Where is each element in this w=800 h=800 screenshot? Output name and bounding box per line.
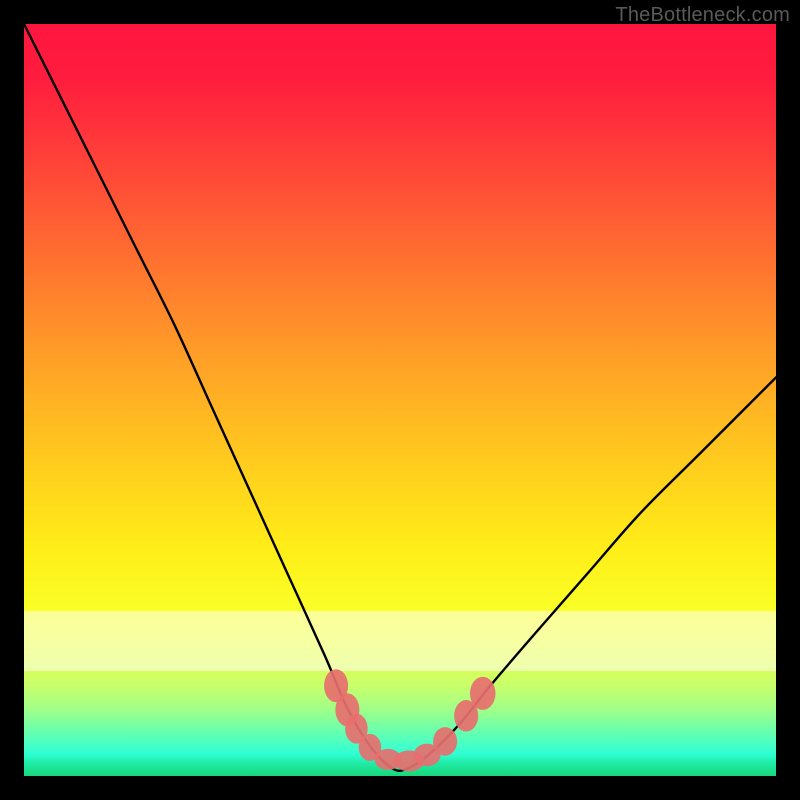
watermark-text: TheBottleneck.com (615, 4, 790, 27)
curve-overlay (24, 24, 776, 776)
trough-marker-7 (433, 727, 457, 756)
plot-area (24, 24, 776, 776)
chart-frame: TheBottleneck.com (0, 0, 800, 800)
bottleneck-curve (24, 24, 776, 771)
trough-marker-9 (470, 677, 496, 710)
